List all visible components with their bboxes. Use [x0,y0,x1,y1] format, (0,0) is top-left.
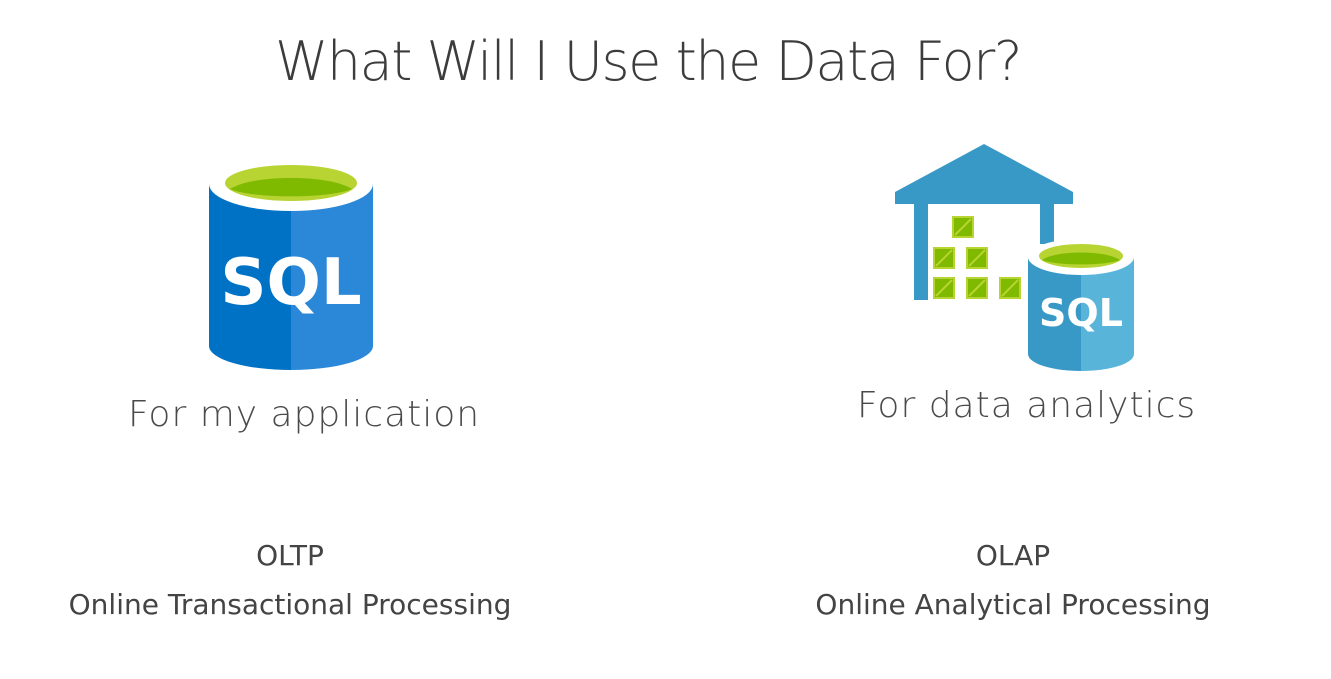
sql-database-icon: SQL [204,156,378,374]
caption-for-data-analytics: For data analytics [857,385,1197,426]
sql-data-warehouse-icon: SQL [890,140,1140,380]
slide: What Will I Use the Data For? SQL SQL Fo… [0,0,1331,679]
olap-acronym: OLAP [975,539,1051,572]
caption-for-my-application: For my application [128,394,481,435]
oltp-acronym: OLTP [256,539,324,572]
slide-title: What Will I Use the Data For? [275,30,1023,93]
oltp-full-name: Online Transactional Processing [68,588,512,621]
sql-database-icon-label: SQL [220,246,361,320]
olap-full-name: Online Analytical Processing [815,588,1211,621]
sql-data-warehouse-icon-label: SQL [1039,291,1123,335]
